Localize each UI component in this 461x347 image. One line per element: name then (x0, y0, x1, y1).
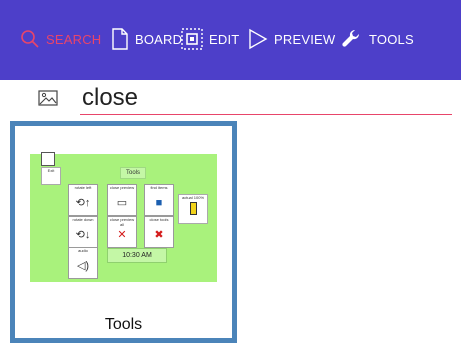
x-icon: ✕ (117, 229, 127, 241)
preview-button-label: close preview all (109, 217, 135, 227)
preview-button-label: rotate down (72, 217, 94, 222)
preview-exit-button: Exit (41, 167, 61, 185)
preview-button: audio ◁) (68, 247, 98, 279)
search-tab[interactable]: SEARCH (20, 28, 101, 50)
search-icon (21, 30, 39, 48)
board-preview: Exit Tools rotate left ⟲↑ close preview … (30, 152, 217, 282)
preview-button-label: close tools (149, 217, 169, 222)
preview-zoom-label: actual 100% (181, 195, 204, 200)
preview-button: rotate down ⟲↓ (68, 216, 98, 248)
board-button[interactable]: BOARD (111, 28, 182, 50)
rotate-icon: ⟲↑ (75, 197, 91, 209)
preview-button-label: rotate left (74, 185, 92, 190)
result-tile[interactable]: Exit Tools rotate left ⟲↑ close preview … (10, 121, 237, 343)
preview-button: close preview ▭ (107, 184, 137, 216)
computer-icon: ■ (155, 197, 163, 209)
rotate-down-icon: ⟲↓ (75, 229, 91, 241)
search-tab-label: SEARCH (46, 31, 102, 47)
search-row (0, 80, 461, 120)
preview-checkbox (41, 152, 55, 166)
wrench-icon (342, 29, 360, 47)
edit-icon (181, 28, 203, 50)
board-button-label: BOARD (135, 31, 183, 47)
tools-button[interactable]: TOOLS (341, 28, 414, 50)
image-icon (38, 90, 58, 106)
tools-button-label: TOOLS (369, 31, 414, 47)
search-input[interactable] (80, 84, 452, 115)
preview-time: 10:30 AM (107, 248, 167, 263)
battery-icon (189, 202, 197, 215)
speech-bubble-icon: ▭ (116, 197, 128, 209)
preview-button: rotate left ⟲↑ (68, 184, 98, 216)
result-tile-body: Exit Tools rotate left ⟲↑ close preview … (15, 126, 232, 338)
preview-title: Tools (120, 167, 146, 179)
preview-button[interactable]: PREVIEW (248, 28, 335, 50)
preview-button: find items ■ (144, 184, 174, 216)
preview-button-label: audio (78, 248, 88, 253)
edit-button-label: EDIT (209, 31, 240, 47)
preview-button-label: close preview (109, 185, 135, 190)
preview-button-label: PREVIEW (274, 31, 336, 47)
preview-button-label: find items (150, 185, 168, 190)
top-toolbar: SEARCH BOARD EDIT PREVIEW TOOLS (0, 0, 461, 80)
edit-button[interactable]: EDIT (181, 28, 239, 50)
result-tile-label: Tools (104, 316, 143, 333)
x-red-icon: ✖ (154, 229, 164, 241)
preview-exit-label: Exit (47, 168, 55, 173)
board-icon (112, 28, 128, 50)
preview-icon (249, 28, 268, 50)
preview-button: close tools ✖ (144, 216, 174, 248)
preview-zoom: actual 100% (178, 194, 208, 224)
preview-button: close preview all ✕ (107, 216, 137, 248)
speaker-icon: ◁) (76, 260, 90, 272)
